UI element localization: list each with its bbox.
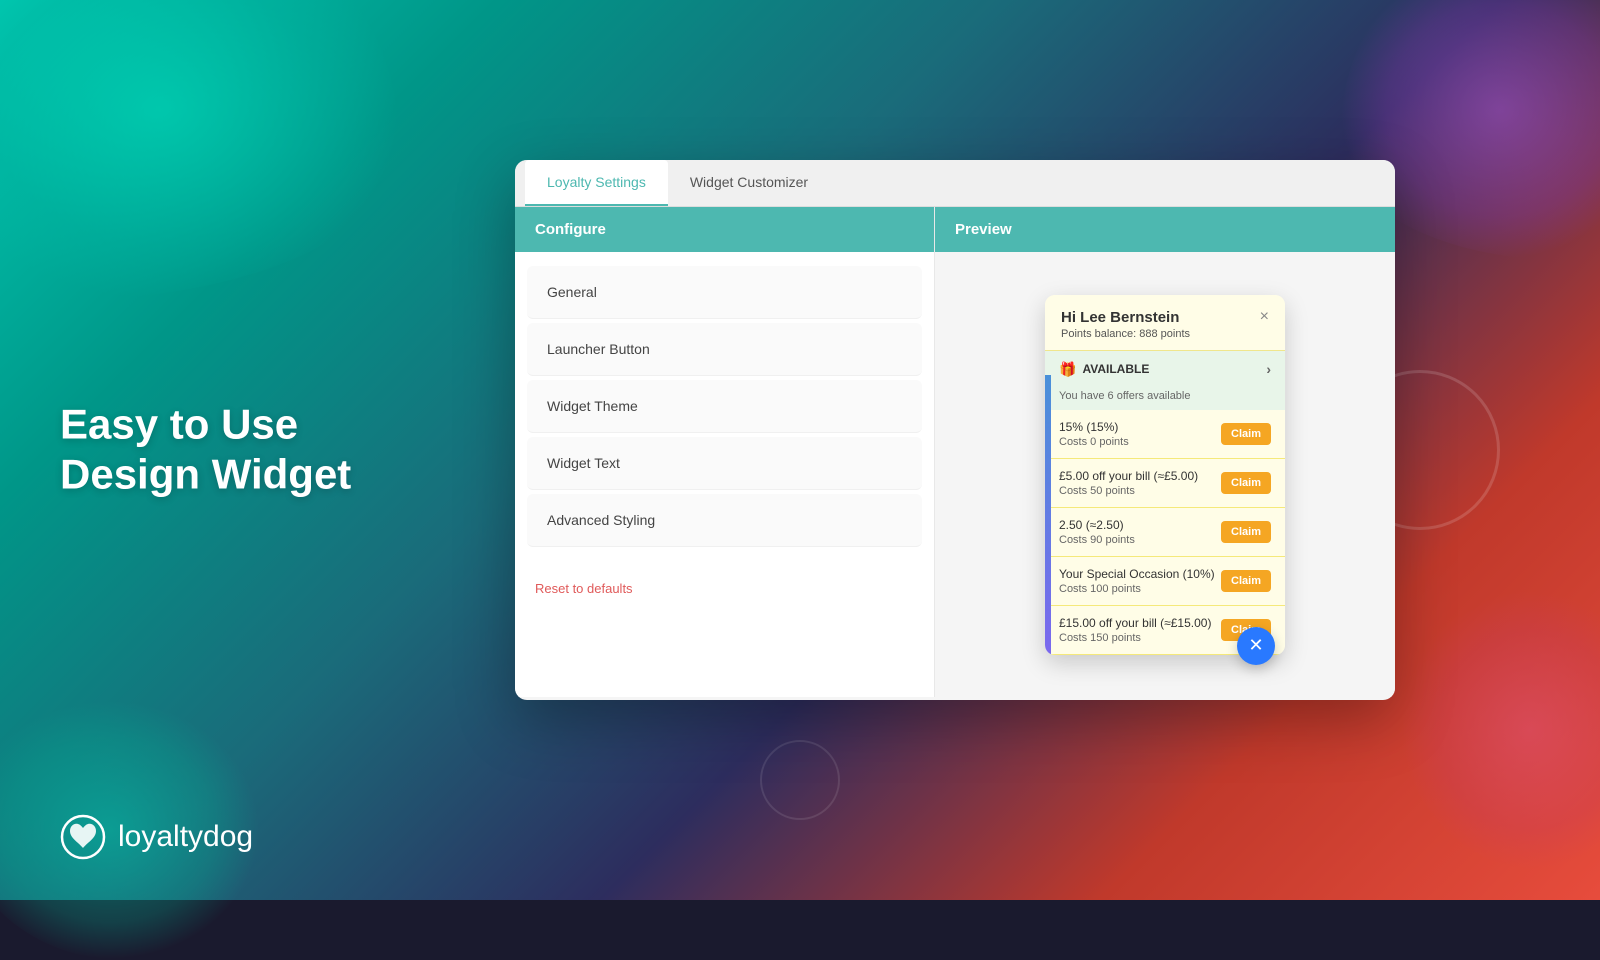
available-label: 🎁 AVAILABLE <box>1059 361 1149 378</box>
preview-content: Hi Lee Bernstein Points balance: 888 poi… <box>935 252 1395 697</box>
widget-greeting: Hi Lee Bernstein <box>1061 309 1190 326</box>
menu-item-widget-text[interactable]: Widget Text <box>527 437 922 490</box>
widget-header: Hi Lee Bernstein Points balance: 888 poi… <box>1045 295 1285 351</box>
offer-cost-1: Costs 50 points <box>1059 485 1221 497</box>
widget-points-balance: Points balance: 888 points <box>1061 328 1190 340</box>
offer-title-1: £5.00 off your bill (≈£5.00) <box>1059 469 1221 483</box>
reset-to-defaults-link[interactable]: Reset to defaults <box>515 561 934 616</box>
panel-body: Configure General Launcher Button Widget… <box>515 207 1395 697</box>
hero-text: Easy to Use Design Widget <box>60 400 351 501</box>
offer-details-2: 2.50 (≈2.50) Costs 90 points <box>1059 518 1221 546</box>
offer-details-3: Your Special Occasion (10%) Costs 100 po… <box>1059 567 1221 595</box>
preview-section: Preview Hi Lee Bernstein Points balance:… <box>935 207 1395 697</box>
widget-container: Hi Lee Bernstein Points balance: 888 poi… <box>1045 295 1285 655</box>
offer-details-0: 15% (15%) Costs 0 points <box>1059 420 1221 448</box>
gift-icon: 🎁 <box>1059 361 1076 378</box>
claim-button-3[interactable]: Claim <box>1221 570 1271 592</box>
offer-cost-4: Costs 150 points <box>1059 632 1221 644</box>
offer-title-2: 2.50 (≈2.50) <box>1059 518 1221 532</box>
offer-item-3: Your Special Occasion (10%) Costs 100 po… <box>1045 557 1285 606</box>
configure-section: Configure General Launcher Button Widget… <box>515 207 935 697</box>
chevron-right-icon: › <box>1266 361 1271 377</box>
hero-line2: Design Widget <box>60 451 351 498</box>
offer-cost-0: Costs 0 points <box>1059 436 1221 448</box>
offer-item-1: £5.00 off your bill (≈£5.00) Costs 50 po… <box>1045 459 1285 508</box>
tab-loyalty-settings[interactable]: Loyalty Settings <box>525 160 668 206</box>
widget-header-info: Hi Lee Bernstein Points balance: 888 poi… <box>1061 309 1190 340</box>
menu-item-launcher-button[interactable]: Launcher Button <box>527 323 922 376</box>
logo-icon <box>60 814 106 860</box>
menu-items: General Launcher Button Widget Theme Wid… <box>515 252 934 561</box>
widget-color-bar <box>1045 375 1051 655</box>
main-panel: Loyalty Settings Widget Customizer Confi… <box>515 160 1395 700</box>
offer-item-0: 15% (15%) Costs 0 points Claim <box>1045 410 1285 459</box>
tab-widget-customizer[interactable]: Widget Customizer <box>668 160 830 206</box>
offer-list: 15% (15%) Costs 0 points Claim £5.00 off… <box>1045 410 1285 655</box>
offers-count: You have 6 offers available <box>1045 388 1285 410</box>
offer-title-3: Your Special Occasion (10%) <box>1059 567 1221 581</box>
claim-button-2[interactable]: Claim <box>1221 521 1271 543</box>
widget-float-close-button[interactable]: ✕ <box>1237 627 1275 665</box>
logo-text: loyaltydog <box>118 820 253 854</box>
widget-card: Hi Lee Bernstein Points balance: 888 poi… <box>1045 295 1285 655</box>
offer-title-4: £15.00 off your bill (≈£15.00) <box>1059 616 1221 630</box>
menu-item-advanced-styling[interactable]: Advanced Styling <box>527 494 922 547</box>
menu-item-general[interactable]: General <box>527 266 922 319</box>
logo: loyaltydog <box>60 814 253 860</box>
offer-details-1: £5.00 off your bill (≈£5.00) Costs 50 po… <box>1059 469 1221 497</box>
tab-bar: Loyalty Settings Widget Customizer <box>515 160 1395 207</box>
offer-title-0: 15% (15%) <box>1059 420 1221 434</box>
configure-header: Configure <box>515 207 934 252</box>
offer-cost-3: Costs 100 points <box>1059 583 1221 595</box>
offer-details-4: £15.00 off your bill (≈£15.00) Costs 150… <box>1059 616 1221 644</box>
preview-header: Preview <box>935 207 1395 252</box>
hero-line1: Easy to Use <box>60 401 298 448</box>
claim-button-0[interactable]: Claim <box>1221 423 1271 445</box>
offer-cost-2: Costs 90 points <box>1059 534 1221 546</box>
deco-circle-bottom <box>760 740 840 820</box>
widget-available-section[interactable]: 🎁 AVAILABLE › <box>1045 351 1285 388</box>
menu-item-widget-theme[interactable]: Widget Theme <box>527 380 922 433</box>
widget-close-button[interactable]: × <box>1260 309 1269 325</box>
claim-button-1[interactable]: Claim <box>1221 472 1271 494</box>
available-text: AVAILABLE <box>1082 362 1149 376</box>
offer-item-2: 2.50 (≈2.50) Costs 90 points Claim <box>1045 508 1285 557</box>
